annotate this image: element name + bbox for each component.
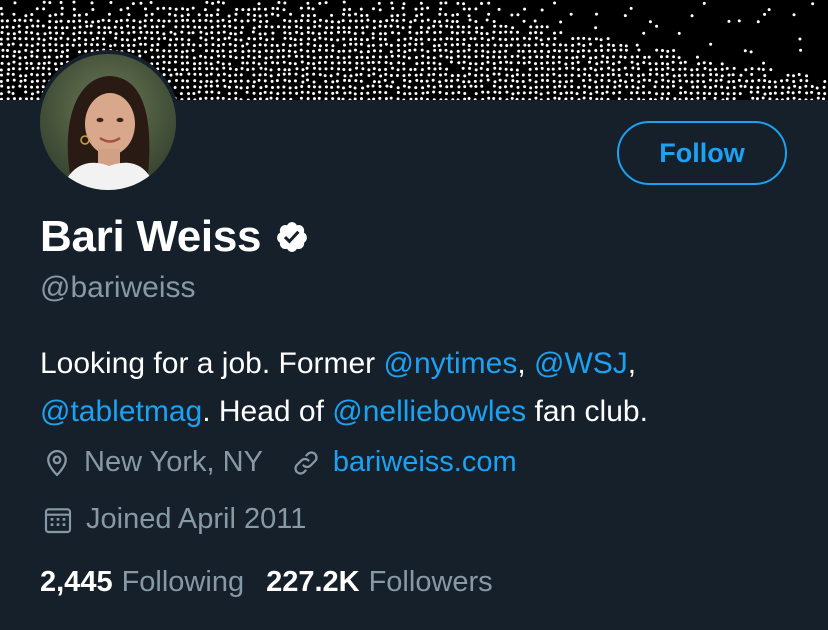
bio-text: . Head of — [202, 395, 333, 428]
following-label: Following — [121, 566, 245, 598]
profile-meta-location-row: New York, NY bariweiss.com — [42, 446, 517, 479]
followers-count: 227.2K — [266, 566, 360, 598]
profile-stats: 2,445 Following 227.2K Followers — [40, 566, 493, 599]
following-count: 2,445 — [40, 566, 113, 598]
followers-label: Followers — [368, 566, 493, 598]
avatar[interactable] — [36, 50, 180, 194]
profile-bio: Looking for a job. Former @nytimes, @WSJ… — [40, 340, 800, 436]
profile-name: Bari Weiss — [40, 212, 262, 261]
mention-wsj[interactable]: @WSJ — [534, 347, 628, 380]
profile-joined-date: Joined April 2011 — [86, 503, 307, 535]
profile-handle: @bariweiss — [40, 271, 196, 304]
follow-button[interactable]: Follow — [617, 121, 787, 185]
profile-website-link[interactable]: bariweiss.com — [333, 446, 517, 479]
profile-location: New York, NY — [84, 446, 263, 478]
bio-text: Looking for a job. Former — [40, 347, 384, 380]
mention-nytimes[interactable]: @nytimes — [384, 347, 518, 380]
profile-name-row: Bari Weiss — [40, 212, 309, 262]
bio-text: , — [627, 347, 637, 380]
location-pin-icon — [42, 448, 72, 478]
profile-meta-joined-row: Joined April 2011 — [42, 503, 306, 536]
following-stat-link[interactable]: 2,445 Following — [40, 566, 244, 599]
bio-text: fan club. — [526, 395, 648, 428]
bio-text: , — [517, 347, 534, 380]
mention-tabletmag[interactable]: @tabletmag — [40, 395, 202, 428]
calendar-icon — [42, 504, 74, 536]
link-icon — [291, 448, 321, 478]
followers-stat-link[interactable]: 227.2K Followers — [266, 566, 493, 599]
verified-badge-icon — [275, 220, 309, 254]
mention-nelliebowles[interactable]: @nelliebowles — [332, 395, 526, 428]
